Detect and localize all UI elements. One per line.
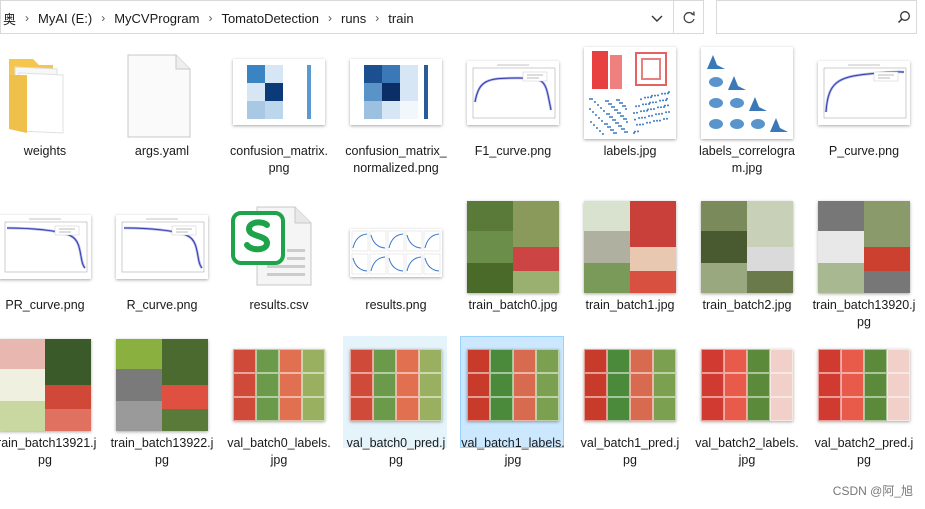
- breadcrumb-separator-icon[interactable]: ›: [201, 11, 219, 25]
- file-item[interactable]: val_batch2_pred.jpg: [811, 336, 916, 467]
- watermark: CSDN @阿_旭: [832, 484, 913, 498]
- file-item[interactable]: train_batch2.jpg: [694, 198, 799, 312]
- breadcrumb: 奥 › MyAI (E:) › MyCVProgram › TomatoDetection ›…: [1, 1, 416, 35]
- csv-file-icon: [227, 199, 331, 295]
- breadcrumb-item[interactable]: MyCVProgram: [112, 11, 201, 26]
- file-name: train_batch1.jpg: [585, 298, 675, 312]
- file-name: val_batch0_pred.jpg: [346, 436, 446, 467]
- image-thumbnail: [227, 337, 331, 433]
- breadcrumb-item[interactable]: 奥: [1, 9, 18, 28]
- file-item[interactable]: train_batch13921.jpg: [0, 336, 97, 467]
- file-item[interactable]: R_curve.png: [109, 198, 214, 312]
- image-thumbnail: [578, 199, 682, 295]
- file-item[interactable]: confusion_matrix_normalized.png: [343, 44, 448, 175]
- file-name: labels.jpg: [603, 144, 657, 158]
- image-thumbnail: [227, 45, 331, 141]
- file-item[interactable]: val_batch0_pred.jpg: [343, 336, 448, 467]
- image-thumbnail: [461, 45, 565, 141]
- image-thumbnail: [578, 45, 682, 141]
- file-name: val_batch1_labels.jpg: [461, 436, 565, 467]
- file-item[interactable]: train_batch13922.jpg: [109, 336, 214, 467]
- file-name: train_batch0.jpg: [468, 298, 558, 312]
- file-name: train_batch13920.jpg: [812, 298, 916, 329]
- file-name: val_batch0_labels.jpg: [227, 436, 331, 467]
- file-name: labels_correlogram.jpg: [699, 144, 795, 175]
- file-item[interactable]: P_curve.png: [811, 44, 916, 158]
- breadcrumb-separator-icon[interactable]: ›: [94, 11, 112, 25]
- file-name: results.png: [365, 298, 427, 312]
- refresh-button[interactable]: [674, 0, 704, 34]
- file-item[interactable]: weights: [0, 44, 97, 158]
- file-item[interactable]: results.png: [343, 198, 448, 312]
- file-name: PR_curve.png: [5, 298, 85, 312]
- image-thumbnail: [0, 199, 97, 295]
- file-name: train_batch13921.jpg: [0, 436, 97, 467]
- search-box[interactable]: [716, 0, 917, 34]
- breadcrumb-item[interactable]: MyAI (E:): [36, 11, 94, 26]
- chevron-down-icon[interactable]: [647, 8, 667, 28]
- breadcrumb-item[interactable]: TomatoDetection: [219, 11, 321, 26]
- file-name: val_batch2_labels.jpg: [695, 436, 799, 467]
- search-input[interactable]: [725, 7, 889, 29]
- breadcrumb-separator-icon[interactable]: ›: [368, 11, 386, 25]
- image-thumbnail: [344, 199, 448, 295]
- file-item[interactable]: labels.jpg: [577, 44, 682, 158]
- image-thumbnail: [461, 199, 565, 295]
- file-item[interactable]: results.csv: [226, 198, 331, 312]
- file-item[interactable]: val_batch1_labels.jpg: [460, 336, 565, 467]
- file-name: F1_curve.png: [474, 144, 552, 158]
- image-thumbnail: [110, 337, 214, 433]
- file-item[interactable]: confusion_matrix.png: [226, 44, 331, 175]
- file-item[interactable]: val_batch2_labels.jpg: [694, 336, 799, 467]
- file-name: P_curve.png: [828, 144, 900, 158]
- image-thumbnail: [344, 337, 448, 433]
- image-thumbnail: [110, 199, 214, 295]
- file-name: val_batch1_pred.jpg: [580, 436, 680, 467]
- breadcrumb-separator-icon[interactable]: ›: [18, 11, 36, 25]
- file-item[interactable]: F1_curve.png: [460, 44, 565, 158]
- file-name: R_curve.png: [126, 298, 198, 312]
- search-icon[interactable]: [897, 10, 911, 29]
- image-thumbnail: [812, 337, 916, 433]
- breadcrumb-item[interactable]: train: [386, 11, 415, 26]
- file-item[interactable]: val_batch0_labels.jpg: [226, 336, 331, 467]
- file-name: args.yaml: [134, 144, 190, 158]
- file-item[interactable]: train_batch0.jpg: [460, 198, 565, 312]
- file-item[interactable]: val_batch1_pred.jpg: [577, 336, 682, 467]
- file-name: confusion_matrix.png: [230, 144, 328, 175]
- image-thumbnail: [812, 45, 916, 141]
- image-thumbnail: [695, 45, 799, 141]
- file-item[interactable]: train_batch1.jpg: [577, 198, 682, 312]
- file-item[interactable]: train_batch13920.jpg: [811, 198, 916, 329]
- file-item[interactable]: args.yaml: [109, 44, 214, 158]
- refresh-icon: [683, 11, 695, 24]
- address-bar[interactable]: 奥 › MyAI (E:) › MyCVProgram › TomatoDetection ›…: [0, 0, 674, 34]
- image-thumbnail: [0, 337, 97, 433]
- folder-icon: [0, 45, 97, 141]
- file-item[interactable]: PR_curve.png: [0, 198, 97, 312]
- file-name: train_batch2.jpg: [702, 298, 792, 312]
- image-thumbnail: [695, 337, 799, 433]
- document-icon: [110, 45, 214, 141]
- file-name: val_batch2_pred.jpg: [814, 436, 914, 467]
- breadcrumb-separator-icon[interactable]: ›: [321, 11, 339, 25]
- image-thumbnail: [812, 199, 916, 295]
- breadcrumb-item[interactable]: runs: [339, 11, 368, 26]
- file-name: weights: [23, 144, 67, 158]
- image-thumbnail: [344, 45, 448, 141]
- image-thumbnail: [578, 337, 682, 433]
- image-thumbnail: [695, 199, 799, 295]
- file-name: train_batch13922.jpg: [110, 436, 214, 467]
- image-thumbnail: [461, 337, 565, 433]
- file-name: results.csv: [249, 298, 309, 312]
- file-item[interactable]: labels_correlogram.jpg: [694, 44, 799, 175]
- file-name: confusion_matrix_normalized.png: [345, 144, 447, 175]
